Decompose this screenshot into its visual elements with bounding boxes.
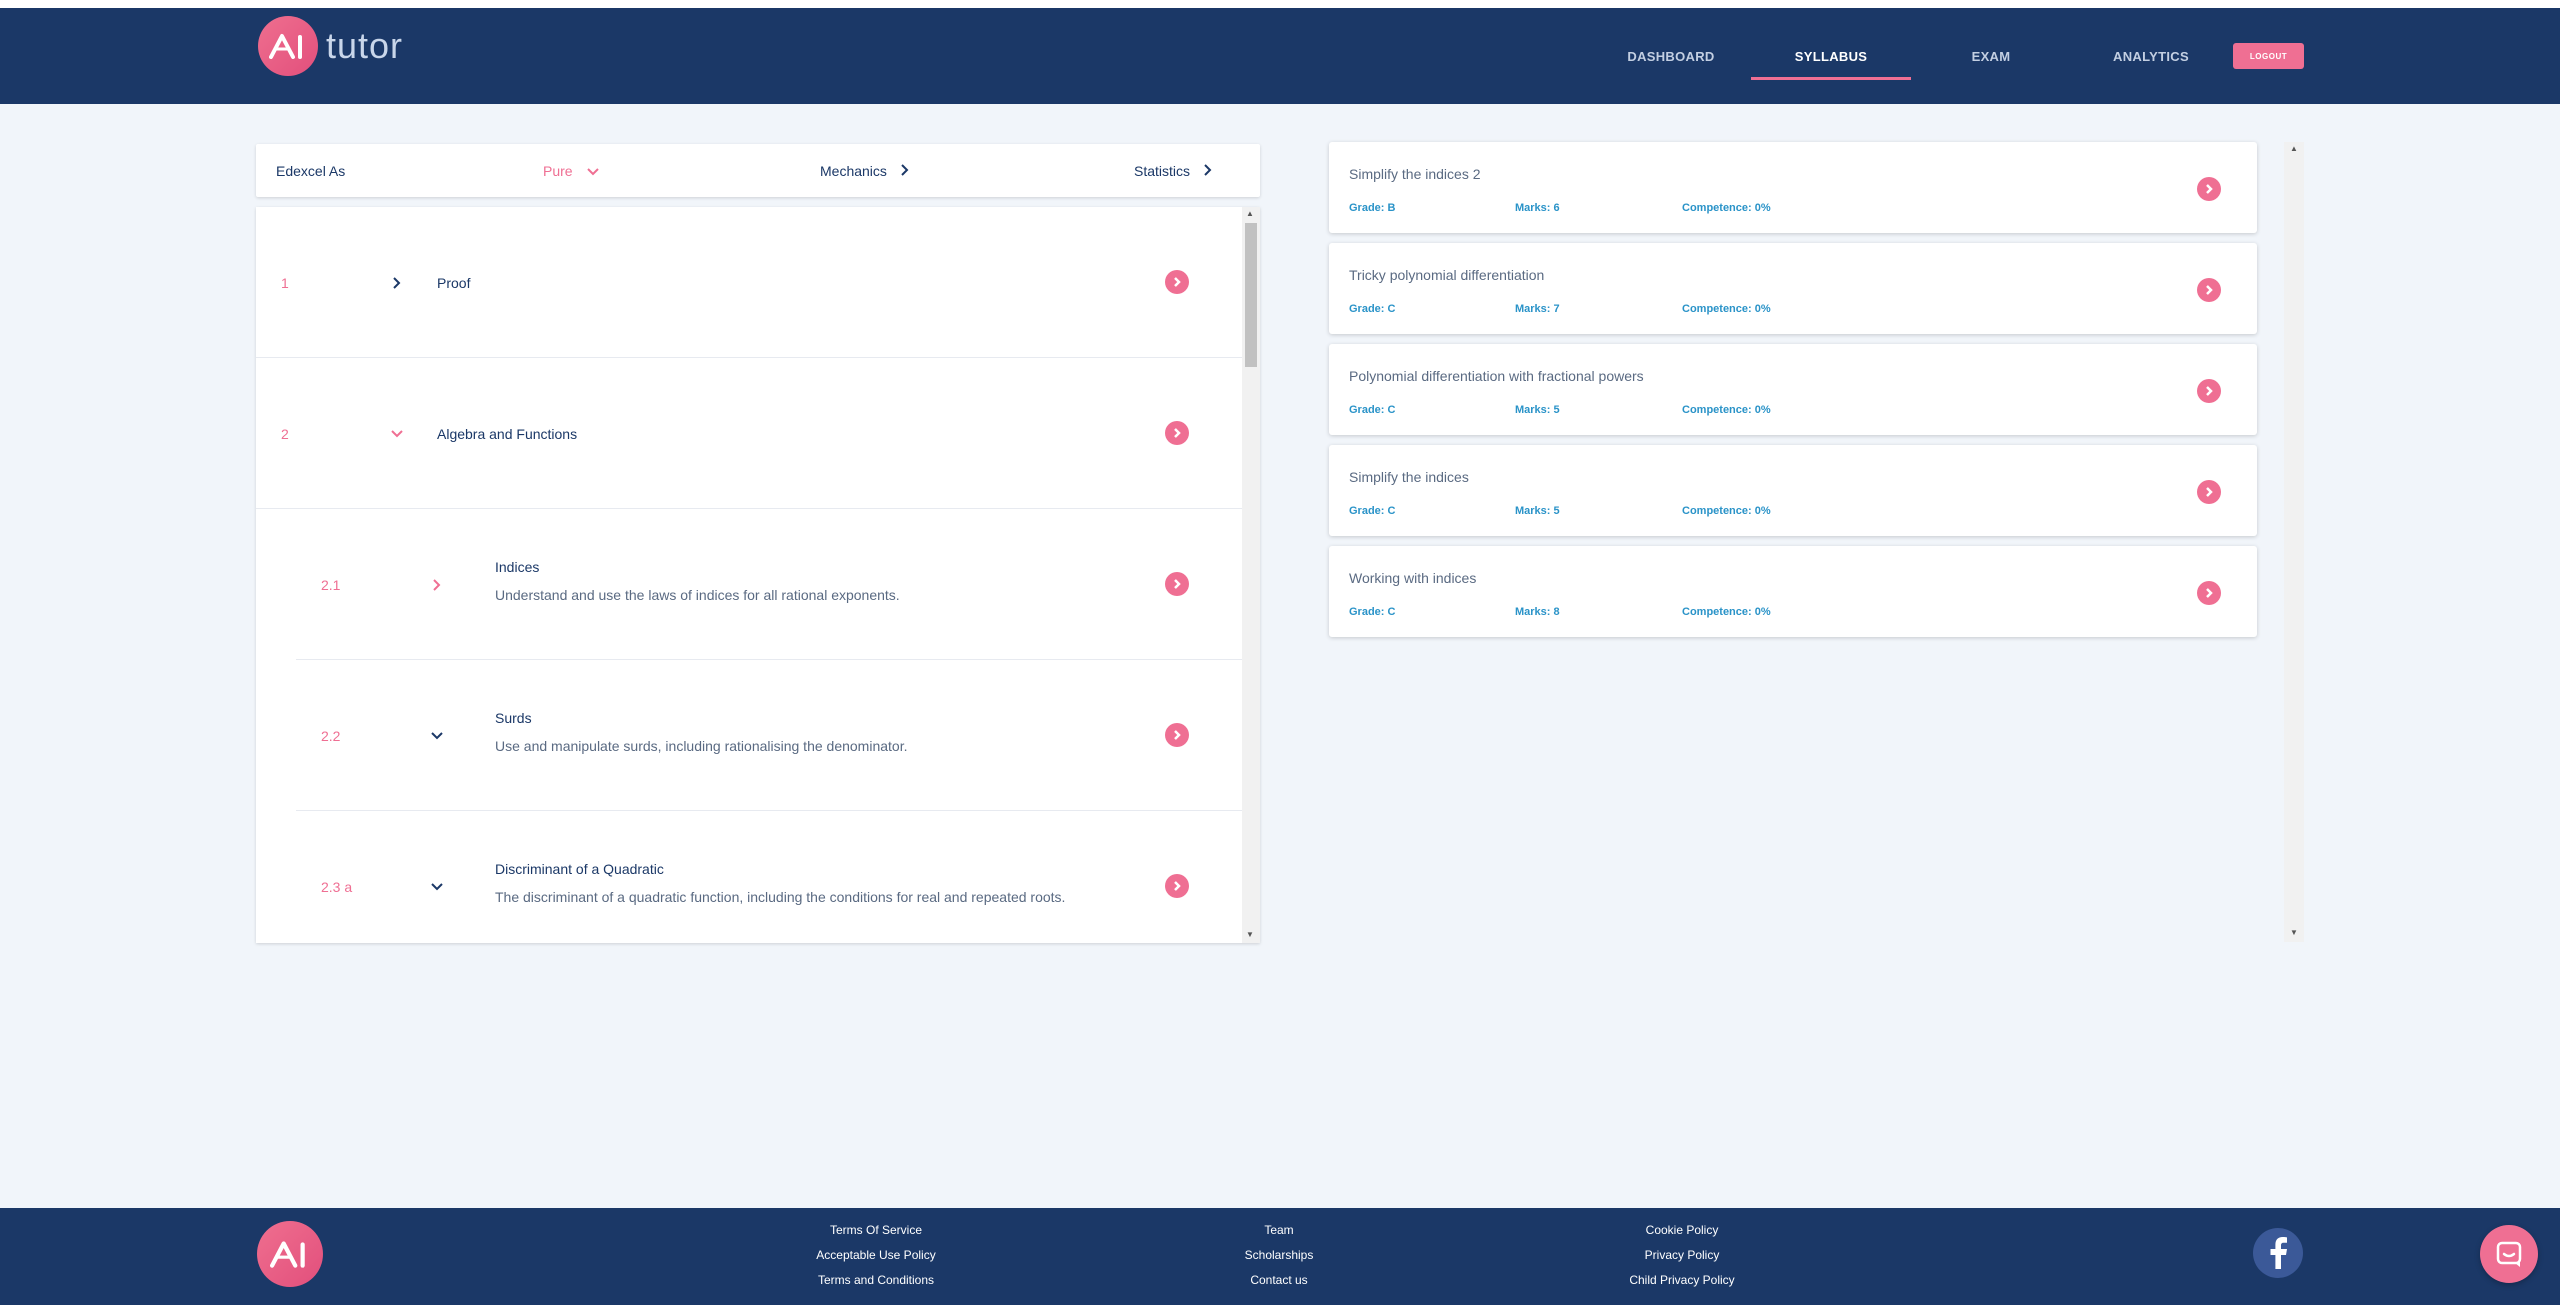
question-title: Simplify the indices — [1349, 469, 1469, 485]
logout-button[interactable]: LOGOUT — [2233, 43, 2304, 69]
question-grade: Grade: C — [1349, 606, 1396, 618]
tab-statistics[interactable]: Statistics — [1134, 144, 1212, 197]
list-item[interactable]: 2.2 Surds Use and manipulate surds, incl… — [296, 660, 1242, 811]
question-card[interactable]: Working with indices Grade: C Marks: 8 Comp… — [1329, 546, 2257, 637]
facebook-icon[interactable] — [2253, 1228, 2303, 1278]
tab-statistics-label: Statistics — [1134, 162, 1191, 179]
footer-link-terms-conditions[interactable]: Terms and Conditions — [818, 1273, 934, 1287]
question-title: Polynomial differentiation with fraction… — [1349, 368, 1644, 384]
list-item[interactable]: 2.1 Indices Understand and use the laws … — [296, 509, 1242, 660]
list-item[interactable]: 2.3 a Discriminant of a Quadratic The di… — [296, 811, 1242, 943]
question-card[interactable]: Tricky polynomial differentiation Grade: … — [1329, 243, 2257, 334]
go-arrow-icon[interactable] — [2197, 581, 2221, 605]
go-arrow-icon[interactable] — [2197, 278, 2221, 302]
footer-link-privacy-policy[interactable]: Privacy Policy — [1645, 1248, 1720, 1262]
nav-dashboard[interactable]: DASHBOARD — [1591, 8, 1751, 104]
footer-link-acceptable-use[interactable]: Acceptable Use Policy — [816, 1248, 935, 1262]
question-competence: Competence: 0% — [1682, 202, 1771, 214]
chevron-right-icon — [1204, 163, 1212, 179]
topic-number: 2.1 — [321, 577, 341, 593]
main-nav: DASHBOARD SYLLABUS EXAM ANALYTICS — [0, 8, 2560, 104]
chevron-down-icon[interactable] — [429, 879, 445, 895]
question-marks: Marks: 8 — [1515, 606, 1560, 618]
question-competence: Competence: 0% — [1682, 303, 1771, 315]
topic-title: Discriminant of a Quadratic — [495, 861, 664, 877]
scroll-up-icon[interactable]: ▲ — [2290, 144, 2298, 153]
go-arrow-icon[interactable] — [1165, 421, 1189, 445]
chevron-right-icon — [901, 163, 909, 179]
question-grade: Grade: C — [1349, 303, 1396, 315]
go-arrow-icon[interactable] — [1165, 572, 1189, 596]
question-marks: Marks: 5 — [1515, 404, 1560, 416]
topic-number: 1 — [281, 275, 289, 291]
go-arrow-icon[interactable] — [1165, 270, 1189, 294]
scrollbar[interactable]: ▲ ▼ — [2284, 142, 2304, 942]
topic-title: Algebra and Functions — [437, 426, 578, 442]
question-competence: Competence: 0% — [1682, 505, 1771, 517]
syllabus-list: 1 Proof 2 Algebra and Functions 2.1 Indi… — [256, 207, 1260, 943]
question-card[interactable]: Simplify the indices Grade: C Marks: 5 Comp… — [1329, 445, 2257, 536]
chevron-down-icon[interactable] — [389, 426, 405, 442]
topic-title: Surds — [495, 710, 532, 726]
scroll-down-icon[interactable]: ▼ — [2290, 928, 2298, 937]
top-strip — [0, 0, 2560, 8]
course-name: Edexcel As — [276, 144, 345, 197]
list-item[interactable]: 1 Proof — [256, 207, 1242, 358]
go-arrow-icon[interactable] — [1165, 723, 1189, 747]
scrollbar-thumb[interactable] — [1245, 223, 1257, 367]
tab-pure-label: Pure — [543, 162, 573, 179]
question-competence: Competence: 0% — [1682, 606, 1771, 618]
go-arrow-icon[interactable] — [2197, 177, 2221, 201]
question-title: Working with indices — [1349, 570, 1477, 586]
topic-number: 2 — [281, 426, 289, 442]
topic-number: 2.3 a — [321, 879, 353, 895]
topic-description: Understand and use the laws of indices f… — [495, 587, 900, 603]
nav-exam[interactable]: EXAM — [1911, 8, 2071, 104]
footer-link-scholarships[interactable]: Scholarships — [1245, 1248, 1314, 1262]
question-title: Tricky polynomial differentiation — [1349, 267, 1545, 283]
ai-logo-icon[interactable] — [257, 1221, 323, 1287]
list-item[interactable]: 2 Algebra and Functions — [256, 358, 1242, 509]
go-arrow-icon[interactable] — [2197, 480, 2221, 504]
chevron-right-icon[interactable] — [389, 275, 405, 291]
question-grade: Grade: C — [1349, 404, 1396, 416]
chat-bubble-icon[interactable] — [2480, 1225, 2538, 1283]
tab-mechanics-label: Mechanics — [820, 162, 887, 179]
nav-analytics[interactable]: ANALYTICS — [2071, 8, 2231, 104]
chevron-down-icon[interactable] — [429, 728, 445, 744]
nav-syllabus[interactable]: SYLLABUS — [1751, 8, 1911, 104]
course-label: Edexcel As — [276, 162, 346, 179]
go-arrow-icon[interactable] — [1165, 874, 1189, 898]
question-grade: Grade: B — [1349, 202, 1396, 214]
footer-link-contact[interactable]: Contact us — [1250, 1273, 1307, 1287]
footer-link-team[interactable]: Team — [1264, 1223, 1293, 1237]
question-competence: Competence: 0% — [1682, 404, 1771, 416]
question-grade: Grade: C — [1349, 505, 1396, 517]
scroll-down-icon[interactable]: ▼ — [1246, 930, 1254, 939]
topic-description: Use and manipulate surds, including rati… — [495, 738, 908, 754]
topic-number: 2.2 — [321, 728, 341, 744]
question-title: Simplify the indices 2 — [1349, 166, 1481, 182]
go-arrow-icon[interactable] — [2197, 379, 2221, 403]
chevron-right-icon[interactable] — [429, 577, 445, 593]
topic-title: Indices — [495, 559, 540, 575]
topic-description: The discriminant of a quadratic function… — [495, 889, 1066, 905]
footer-link-child-privacy[interactable]: Child Privacy Policy — [1629, 1273, 1734, 1287]
tab-pure[interactable]: Pure — [543, 144, 599, 197]
syllabus-tabs: Edexcel As Pure Mechanics Statistics — [256, 144, 1260, 197]
question-marks: Marks: 5 — [1515, 505, 1560, 517]
question-card[interactable]: Polynomial differentiation with fraction… — [1329, 344, 2257, 435]
footer-link-cookie-policy[interactable]: Cookie Policy — [1646, 1223, 1719, 1237]
question-marks: Marks: 7 — [1515, 303, 1560, 315]
scroll-up-icon[interactable]: ▲ — [1246, 209, 1254, 218]
tab-mechanics[interactable]: Mechanics — [820, 144, 909, 197]
topic-title: Proof — [437, 275, 471, 291]
question-card[interactable]: Simplify the indices 2 Grade: B Marks: 6 Co… — [1329, 142, 2257, 233]
question-marks: Marks: 6 — [1515, 202, 1560, 214]
chevron-down-icon — [586, 163, 599, 179]
footer-link-terms-of-service[interactable]: Terms Of Service — [830, 1223, 922, 1237]
